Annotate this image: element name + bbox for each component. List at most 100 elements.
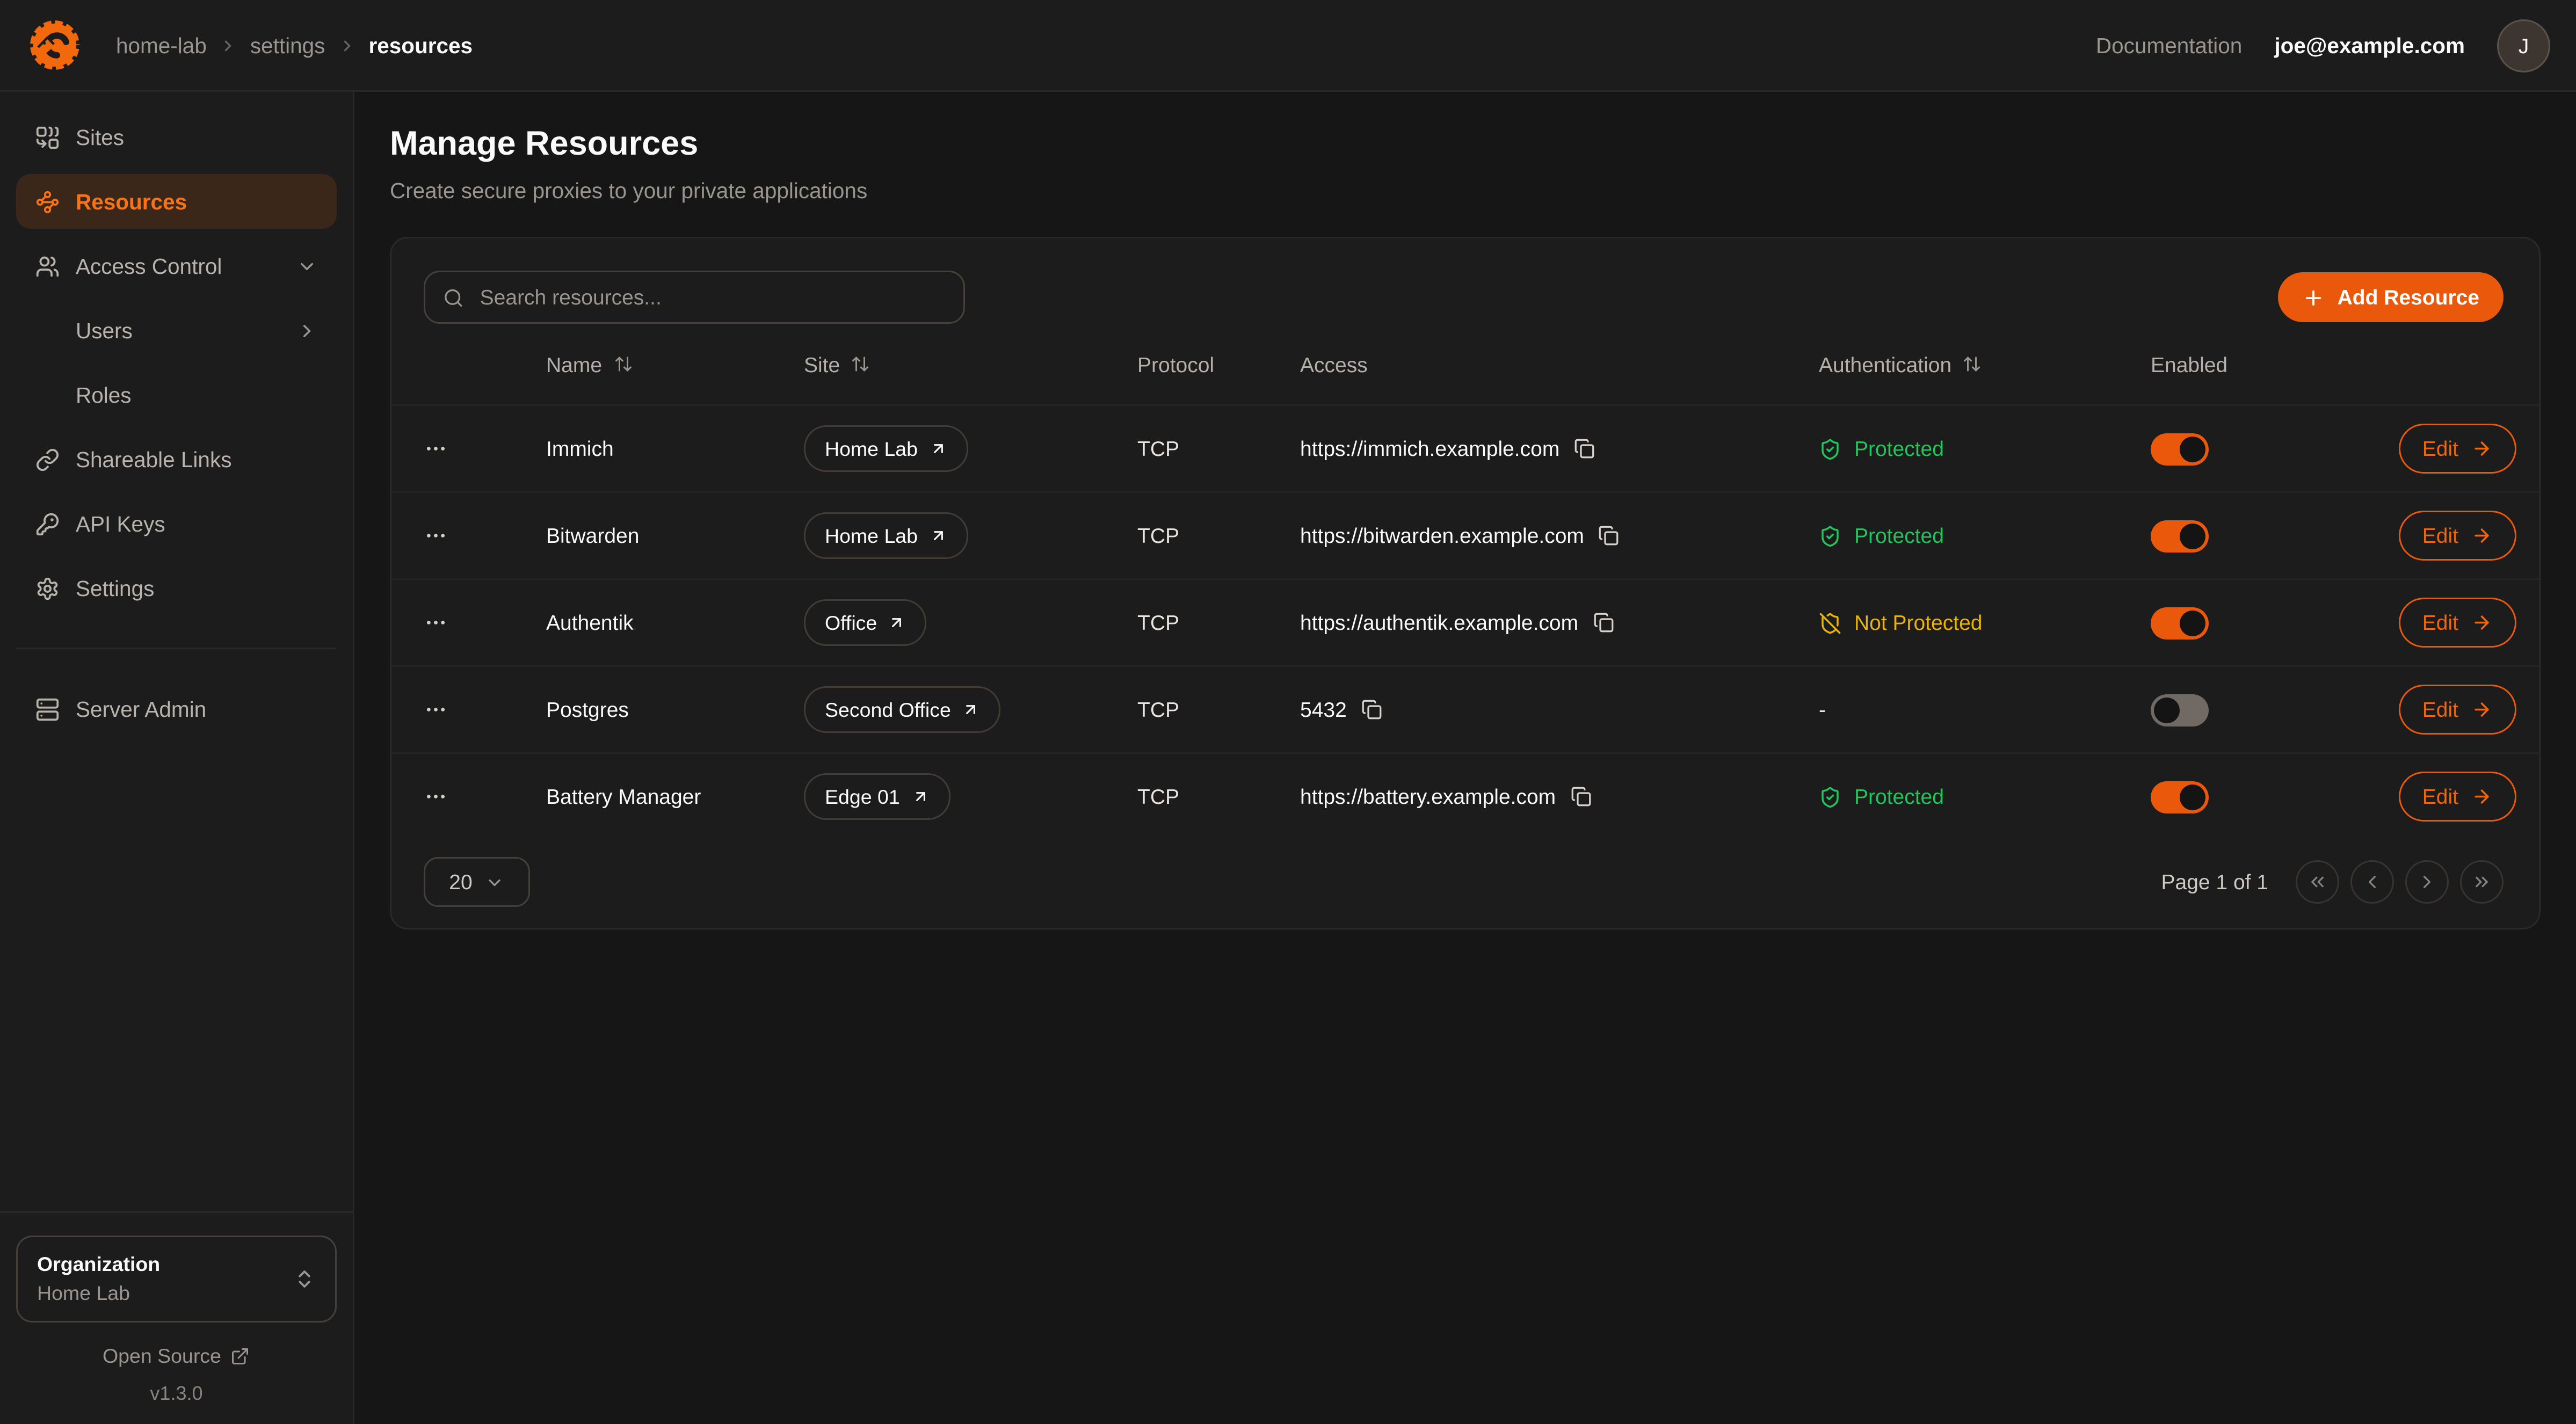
site-link[interactable]: Home Lab	[804, 425, 968, 472]
row-menu-button[interactable]	[424, 611, 546, 635]
sidebar-item-roles[interactable]: Roles	[16, 367, 337, 422]
prev-page-button[interactable]	[2350, 860, 2394, 904]
row-menu-button[interactable]	[424, 524, 546, 548]
sidebar-item-resources[interactable]: Resources	[16, 174, 337, 229]
sidebar-item-shareable-links[interactable]: Shareable Links	[16, 432, 337, 486]
header-access: Access	[1300, 352, 1819, 376]
table-row: Immich Home Lab TCP https://immich.examp…	[391, 404, 2539, 491]
edit-button-label: Edit	[2422, 437, 2458, 461]
sidebar-item-label: Sites	[76, 125, 124, 149]
header-site[interactable]: Site	[804, 352, 1137, 376]
site-link[interactable]: Home Lab	[804, 512, 968, 559]
sidebar-item-server-admin[interactable]: Server Admin	[16, 681, 337, 736]
sidebar-item-settings[interactable]: Settings	[16, 561, 337, 615]
edit-button[interactable]: Edit	[2398, 511, 2516, 561]
shield-check-icon	[1819, 786, 1841, 808]
main-content: Manage Resources Create secure proxies t…	[354, 92, 2576, 1424]
arrow-up-right-icon	[962, 701, 980, 718]
copy-icon	[1574, 438, 1595, 459]
copy-button[interactable]	[1361, 699, 1382, 720]
auth-cell: Not Protected	[1819, 611, 2151, 635]
sidebar-item-api-keys[interactable]: API Keys	[16, 496, 337, 551]
add-resource-button[interactable]: Add Resource	[2278, 272, 2504, 322]
first-page-button[interactable]	[2296, 860, 2339, 904]
user-email-menu[interactable]: joe@example.com	[2274, 33, 2465, 57]
enabled-toggle[interactable]	[2151, 520, 2209, 552]
arrow-up-right-icon	[911, 788, 929, 805]
site-link[interactable]: Second Office	[804, 686, 1001, 733]
sidebar-item-label: Server Admin	[76, 697, 206, 721]
chevron-right-icon	[338, 37, 355, 54]
waypoints-icon	[35, 190, 60, 214]
app-version: v1.3.0	[0, 1382, 353, 1405]
sidebar-item-label: Resources	[76, 190, 187, 214]
ellipsis-icon	[424, 784, 448, 809]
open-source-label: Open Source	[103, 1345, 221, 1368]
next-page-button[interactable]	[2405, 860, 2449, 904]
site-link[interactable]: Edge 01	[804, 773, 950, 820]
sidebar-item-access-control[interactable]: Access Control	[16, 238, 337, 293]
enabled-toggle[interactable]	[2151, 781, 2209, 813]
ellipsis-icon	[424, 524, 448, 548]
resource-protocol: TCP	[1137, 611, 1300, 635]
chevron-left-icon	[2362, 871, 2383, 892]
header-site-label: Site	[804, 352, 840, 376]
arrow-up-right-icon	[929, 527, 947, 544]
sort-icon	[1963, 354, 1982, 374]
breadcrumb-settings[interactable]: settings	[250, 33, 325, 57]
sidebar-item-users[interactable]: Users	[16, 303, 337, 358]
table-row: Postgres Second Office TCP 5432	[391, 665, 2539, 752]
resource-name: Battery Manager	[546, 784, 804, 809]
site-link-label: Home Lab	[825, 438, 918, 460]
ellipsis-icon	[424, 611, 448, 635]
edit-button[interactable]: Edit	[2398, 772, 2516, 822]
external-link-icon	[231, 1347, 250, 1366]
enabled-toggle[interactable]	[2151, 433, 2209, 465]
edit-button[interactable]: Edit	[2398, 424, 2516, 474]
row-menu-button[interactable]	[424, 698, 546, 722]
resource-access-url: https://immich.example.com	[1300, 437, 1559, 461]
app-window: home-lab settings resources Documentatio…	[0, 0, 2576, 1424]
header-name[interactable]: Name	[546, 352, 804, 376]
topbar-right: Documentation joe@example.com J	[2096, 19, 2550, 72]
page-size-select[interactable]: 20	[424, 857, 530, 907]
copy-button[interactable]	[1599, 525, 1620, 546]
resource-protocol: TCP	[1137, 784, 1300, 809]
row-menu-button[interactable]	[424, 437, 546, 461]
sidebar-item-label: Roles	[76, 383, 132, 407]
header-name-label: Name	[546, 352, 602, 376]
sidebar-item-label: Users	[76, 318, 133, 343]
table-header: Name Site Protocol Access Authenticati	[391, 324, 2539, 404]
auth-cell: -	[1819, 698, 2151, 722]
copy-button[interactable]	[1574, 438, 1595, 459]
site-link[interactable]: Office	[804, 599, 927, 646]
sidebar-item-label: Settings	[76, 576, 154, 600]
ellipsis-icon	[424, 698, 448, 722]
last-page-button[interactable]	[2460, 860, 2504, 904]
breadcrumb-org[interactable]: home-lab	[116, 33, 207, 57]
sidebar: Sites Resources Access Control Users Rol…	[0, 92, 354, 1424]
edit-button[interactable]: Edit	[2398, 685, 2516, 735]
sidebar-item-sites[interactable]: Sites	[16, 110, 337, 164]
toggle-knob	[2180, 610, 2205, 636]
header-authentication[interactable]: Authentication	[1819, 352, 2151, 376]
copy-button[interactable]	[1570, 786, 1591, 807]
resource-access-url: https://authentik.example.com	[1300, 611, 1578, 635]
documentation-link[interactable]: Documentation	[2096, 33, 2242, 57]
org-selector[interactable]: Organization Home Lab	[16, 1235, 337, 1323]
search-input[interactable]	[477, 284, 946, 311]
enabled-toggle[interactable]	[2151, 607, 2209, 639]
avatar[interactable]: J	[2497, 19, 2550, 72]
arrow-right-icon	[2471, 525, 2492, 546]
auth-cell: Protected	[1819, 437, 2151, 461]
arrow-right-icon	[2471, 438, 2492, 459]
copy-button[interactable]	[1593, 612, 1614, 633]
edit-button[interactable]: Edit	[2398, 598, 2516, 648]
open-source-link[interactable]: Open Source	[0, 1345, 353, 1368]
row-menu-button[interactable]	[424, 784, 546, 809]
enabled-toggle[interactable]	[2151, 694, 2209, 726]
copy-icon	[1599, 525, 1620, 546]
auth-cell: Protected	[1819, 784, 2151, 809]
page-size-value: 20	[449, 870, 472, 894]
header-authentication-label: Authentication	[1819, 352, 1951, 376]
